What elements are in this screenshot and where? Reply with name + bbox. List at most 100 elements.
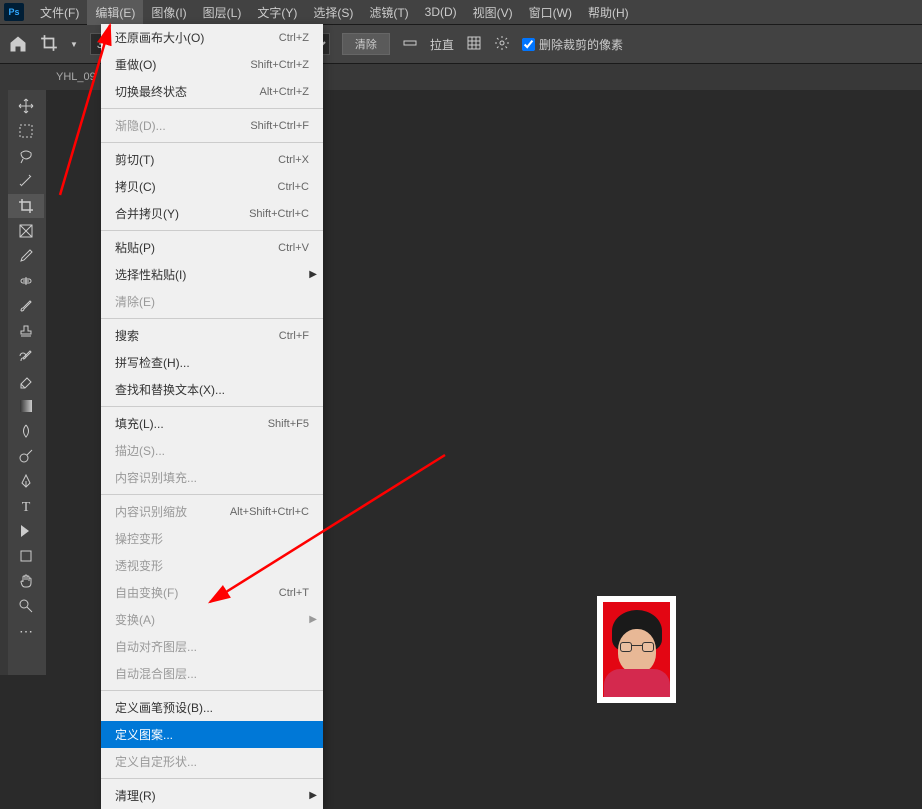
menubar: Ps 文件(F) 编辑(E) 图像(I) 图层(L) 文字(Y) 选择(S) 滤… xyxy=(0,0,922,24)
menu-filter[interactable]: 滤镜(T) xyxy=(361,0,416,25)
dropdown-item-label: 清理(R) xyxy=(115,787,156,804)
dropdown-item-label: 自动对齐图层... xyxy=(115,638,197,655)
dropdown-item[interactable]: 剪切(T)Ctrl+X xyxy=(101,146,323,173)
dropdown-item-label: 自动混合图层... xyxy=(115,665,197,682)
dropdown-item-label: 合并拷贝(Y) xyxy=(115,205,179,222)
gear-icon[interactable] xyxy=(494,35,510,54)
dropdown-item[interactable]: 拼写检查(H)... xyxy=(101,349,323,376)
dropdown-item: 自动混合图层... xyxy=(101,660,323,687)
menu-file[interactable]: 文件(F) xyxy=(32,0,87,25)
dropdown-item[interactable]: 查找和替换文本(X)... xyxy=(101,376,323,403)
chevron-down-icon[interactable]: ▼ xyxy=(70,40,78,49)
delete-crop-input[interactable] xyxy=(522,38,535,51)
frame-tool[interactable] xyxy=(8,219,44,243)
move-tool[interactable] xyxy=(8,94,44,118)
magic-wand-tool[interactable] xyxy=(8,169,44,193)
dropdown-item: 透视变形 xyxy=(101,552,323,579)
grid-icon[interactable] xyxy=(466,35,482,54)
dropdown-shortcut: Ctrl+F xyxy=(279,330,309,342)
dropdown-item-label: 定义图案... xyxy=(115,726,173,743)
dropdown-item[interactable]: 填充(L)... Shift+F5 xyxy=(101,410,323,437)
dropdown-item[interactable]: 清理(R)▶ xyxy=(101,782,323,809)
menu-3d[interactable]: 3D(D) xyxy=(417,1,465,23)
dropdown-item: 清除(E) xyxy=(101,288,323,315)
dropdown-item-label: 内容识别缩放 xyxy=(115,503,187,520)
dropdown-item-label: 搜索 xyxy=(115,327,139,344)
dropdown-item-label: 内容识别填充... xyxy=(115,469,197,486)
dropdown-item[interactable]: 选择性粘贴(I)▶ xyxy=(101,261,323,288)
menu-type[interactable]: 文字(Y) xyxy=(249,0,305,25)
tool-panel: T ⋯ xyxy=(8,90,46,675)
menu-help[interactable]: 帮助(H) xyxy=(580,0,637,25)
dropdown-item: 内容识别缩放 Alt+Shift+Ctrl+C xyxy=(101,498,323,525)
dropdown-item[interactable]: 重做(O) Shift+Ctrl+Z xyxy=(101,51,323,78)
delete-crop-checkbox[interactable]: 删除裁剪的像素 xyxy=(522,36,623,53)
more-tool[interactable]: ⋯ xyxy=(8,619,44,643)
clear-button[interactable]: 清除 xyxy=(342,33,390,55)
brush-tool[interactable] xyxy=(8,294,44,318)
crop-tool-icon[interactable] xyxy=(40,34,58,55)
healing-tool[interactable] xyxy=(8,269,44,293)
dropdown-item[interactable]: 切换最终状态Alt+Ctrl+Z xyxy=(101,78,323,105)
pen-tool[interactable] xyxy=(8,469,44,493)
straighten-label: 拉直 xyxy=(430,36,454,53)
dropdown-item: 变换(A)▶ xyxy=(101,606,323,633)
crop-tool[interactable] xyxy=(8,194,44,218)
eyedropper-tool[interactable] xyxy=(8,244,44,268)
menu-edit[interactable]: 编辑(E) xyxy=(87,0,143,25)
dropdown-separator xyxy=(101,690,323,691)
dropdown-item[interactable]: 拷贝(C) Ctrl+C xyxy=(101,173,323,200)
menu-layer[interactable]: 图层(L) xyxy=(195,0,250,25)
straighten-icon[interactable] xyxy=(402,35,418,54)
dropdown-shortcut: Ctrl+T xyxy=(279,587,309,599)
dropdown-item: 自动对齐图层... xyxy=(101,633,323,660)
shape-tool[interactable] xyxy=(8,544,44,568)
dropdown-shortcut: Ctrl+C xyxy=(278,181,309,193)
marquee-tool[interactable] xyxy=(8,119,44,143)
dodge-tool[interactable] xyxy=(8,444,44,468)
delete-crop-label: 删除裁剪的像素 xyxy=(539,36,623,53)
dropdown-item: 操控变形 xyxy=(101,525,323,552)
dropdown-item[interactable]: 合并拷贝(Y) Shift+Ctrl+C xyxy=(101,200,323,227)
lasso-tool[interactable] xyxy=(8,144,44,168)
dropdown-shortcut: Ctrl+X xyxy=(278,154,309,166)
dropdown-item-label: 拼写检查(H)... xyxy=(115,354,190,371)
type-tool[interactable]: T xyxy=(8,494,44,518)
menu-window[interactable]: 窗口(W) xyxy=(521,0,580,25)
eraser-tool[interactable] xyxy=(8,369,44,393)
dropdown-item-label: 描边(S)... xyxy=(115,442,165,459)
zoom-tool[interactable] xyxy=(8,594,44,618)
document-tab[interactable]: YHL_09 xyxy=(46,67,106,87)
hand-tool[interactable] xyxy=(8,569,44,593)
blur-tool[interactable] xyxy=(8,419,44,443)
dropdown-item[interactable]: 定义图案... xyxy=(101,721,323,748)
gradient-tool[interactable] xyxy=(8,394,44,418)
dropdown-item-label: 定义自定形状... xyxy=(115,753,197,770)
dropdown-item-label: 变换(A) xyxy=(115,611,155,628)
stamp-tool[interactable] xyxy=(8,319,44,343)
menu-view[interactable]: 视图(V) xyxy=(465,0,521,25)
menu-image[interactable]: 图像(I) xyxy=(143,0,194,25)
dropdown-item-label: 拷贝(C) xyxy=(115,178,156,195)
dropdown-item[interactable]: 定义画笔预设(B)... xyxy=(101,694,323,721)
dropdown-shortcut: Shift+Ctrl+C xyxy=(249,208,309,220)
path-tool[interactable] xyxy=(8,519,44,543)
dropdown-item[interactable]: 还原画布大小(O)Ctrl+Z xyxy=(101,24,323,51)
dropdown-item-label: 定义画笔预设(B)... xyxy=(115,699,213,716)
dropdown-separator xyxy=(101,142,323,143)
dropdown-item[interactable]: 粘贴(P)Ctrl+V xyxy=(101,234,323,261)
dropdown-shortcut: Alt+Shift+Ctrl+C xyxy=(230,506,309,518)
home-icon[interactable] xyxy=(8,34,28,54)
dropdown-item: 渐隐(D)...Shift+Ctrl+F xyxy=(101,112,323,139)
dropdown-shortcut: Shift+F5 xyxy=(268,418,309,430)
dropdown-shortcut: Shift+Ctrl+Z xyxy=(250,59,309,71)
dropdown-item[interactable]: 搜索 Ctrl+F xyxy=(101,322,323,349)
dropdown-item-label: 填充(L)... xyxy=(115,415,164,432)
dropdown-item-label: 选择性粘贴(I) xyxy=(115,266,186,283)
dropdown-item-label: 自由变换(F) xyxy=(115,584,178,601)
menu-select[interactable]: 选择(S) xyxy=(305,0,361,25)
dropdown-item: 内容识别填充... xyxy=(101,464,323,491)
dropdown-separator xyxy=(101,778,323,779)
dropdown-item-label: 重做(O) xyxy=(115,56,156,73)
history-brush-tool[interactable] xyxy=(8,344,44,368)
